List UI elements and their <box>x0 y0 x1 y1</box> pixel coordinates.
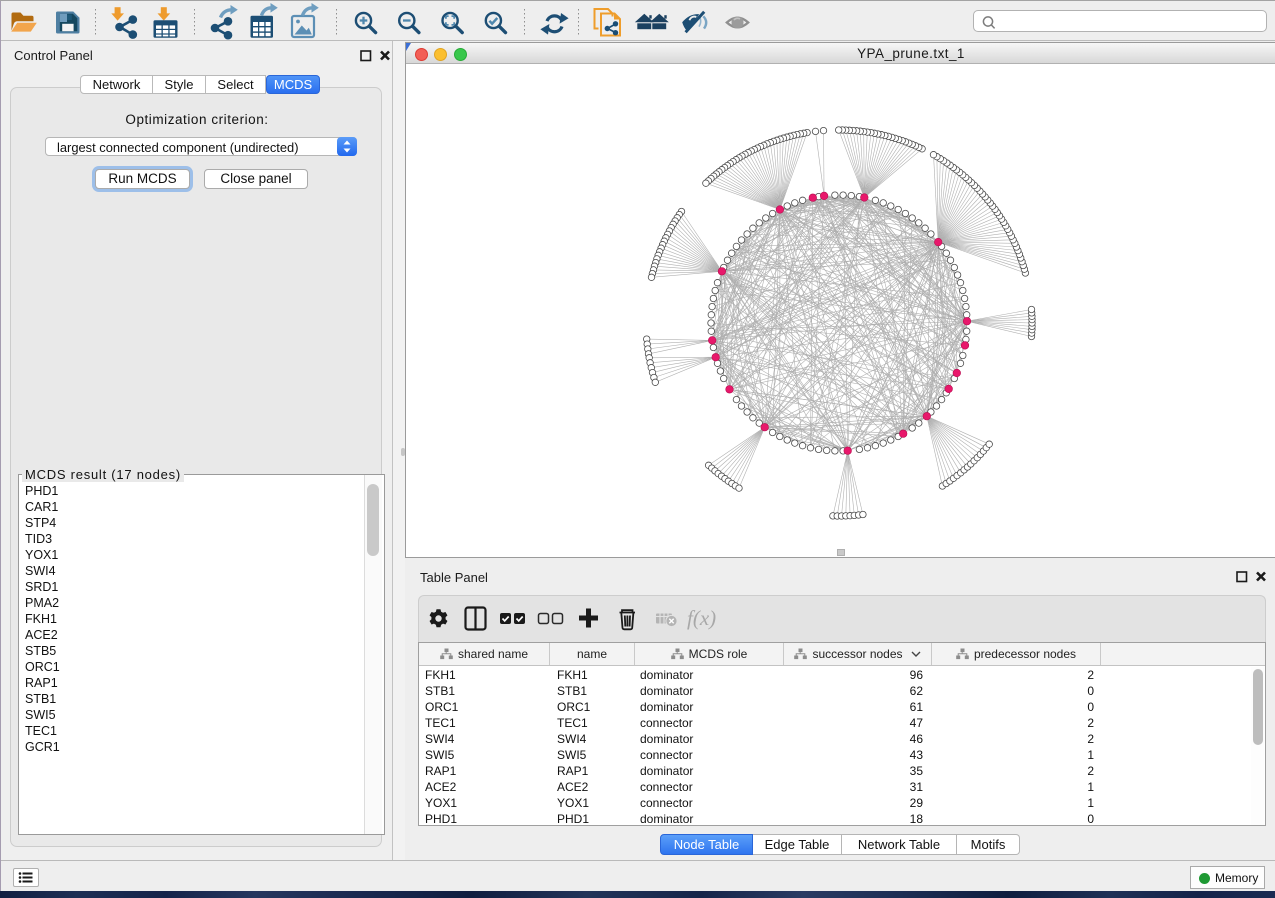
svg-text:f(x): f(x) <box>687 606 716 630</box>
